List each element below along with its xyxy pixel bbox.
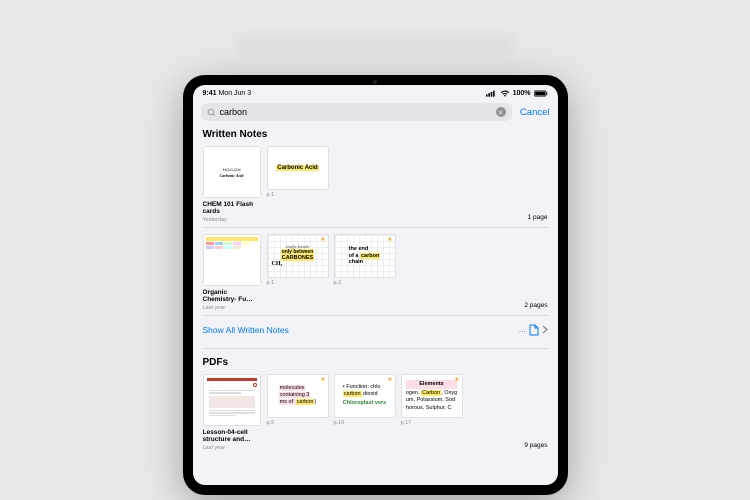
page-label: p.1: [267, 192, 329, 198]
star-icon: ★: [454, 376, 459, 383]
clear-search-icon[interactable]: [496, 107, 506, 117]
document-meta: Yesterday: [203, 217, 261, 223]
document-title: Organic Chemistry- Fu…: [203, 289, 261, 304]
status-icons: 100%: [486, 90, 548, 97]
battery-percent: 100%: [513, 90, 531, 97]
result-document[interactable]: Organic Chemistry- Fu… Last year: [203, 234, 261, 311]
page-count: 2 pages: [267, 302, 548, 311]
match-thumbnail[interactable]: ★ molecules containing 3 ms of carbon): [267, 374, 329, 418]
result-row: Lesson-04-cell structure and… Last year …: [203, 374, 548, 455]
chevron-right-icon[interactable]: [542, 325, 548, 334]
search-row: Cancel: [193, 99, 558, 127]
screen: 9:41 Mon Jun 3 100% Cancel Written Notes: [193, 85, 558, 485]
result-row: H-O-C-O-H Carbonic Acid CHEM 101 Flash c…: [203, 146, 548, 228]
status-time-date: 9:41 Mon Jun 3: [203, 90, 252, 97]
search-icon: [207, 108, 216, 117]
divider: [203, 348, 548, 349]
ipad-device-frame: 9:41 Mon Jun 3 100% Cancel Written Notes: [183, 75, 568, 495]
star-icon: ★: [387, 236, 392, 243]
document-thumbnail: [203, 374, 261, 426]
page-label: p.2: [334, 280, 396, 286]
section-title-pdfs: PDFs: [203, 357, 548, 368]
document-thumbnail: H-O-C-O-H Carbonic Acid: [203, 146, 261, 198]
page-count: 1 page: [267, 214, 548, 223]
status-bar: 9:41 Mon Jun 3 100%: [193, 85, 558, 99]
star-icon: ★: [320, 376, 325, 383]
camera-notch: [373, 80, 377, 84]
result-document[interactable]: Lesson-04-cell structure and… Last year: [203, 374, 261, 451]
match-thumbnail[interactable]: ★ Elements ogen, Carbon, Oxyg um, Potass…: [401, 374, 463, 418]
page-label: p.17: [401, 420, 463, 426]
wifi-icon: [500, 90, 510, 97]
section-title-written-notes: Written Notes: [203, 129, 548, 140]
document-title: CHEM 101 Flash cards: [203, 201, 261, 216]
results-content[interactable]: Written Notes H-O-C-O-H Carbonic Acid CH…: [193, 127, 558, 485]
result-document[interactable]: H-O-C-O-H Carbonic Acid CHEM 101 Flash c…: [203, 146, 261, 223]
match-thumbnail[interactable]: ★ • Function: chlo carbon dioxid Chlorop…: [334, 374, 396, 418]
document-title: Lesson-04-cell structure and…: [203, 429, 261, 444]
page-label: p.10: [334, 420, 396, 426]
battery-icon: [534, 90, 548, 97]
search-input[interactable]: [220, 107, 492, 117]
document-view-icon[interactable]: [529, 324, 539, 336]
show-all-written-notes-link[interactable]: Show All Written Notes: [203, 325, 289, 335]
page-count: 9 pages: [267, 442, 548, 451]
cancel-button[interactable]: Cancel: [520, 107, 550, 118]
result-row: Organic Chemistry- Fu… Last year ★ singl…: [203, 234, 548, 316]
match-thumbnail[interactable]: ★ the end of a carbon chain: [334, 234, 396, 278]
document-thumbnail: [203, 234, 261, 286]
star-icon: ★: [387, 376, 392, 383]
search-field[interactable]: [201, 103, 512, 121]
document-meta: Last year: [203, 305, 261, 311]
page-label: p.9: [267, 420, 329, 426]
cellular-icon: [486, 90, 497, 97]
status-time: 9:41: [203, 90, 217, 97]
show-all-row: Show All Written Notes ...: [203, 322, 548, 344]
match-thumbnail[interactable]: ★ single bonds only between CARBONES CH₃: [267, 234, 329, 278]
page-label: p.1: [267, 280, 329, 286]
status-date: Mon Jun 3: [218, 90, 251, 97]
document-meta: Last year: [203, 445, 261, 451]
star-icon: ★: [320, 236, 325, 243]
ellipsis-icon[interactable]: ...: [519, 325, 526, 334]
match-thumbnail[interactable]: Carbonic Acid: [267, 146, 329, 190]
